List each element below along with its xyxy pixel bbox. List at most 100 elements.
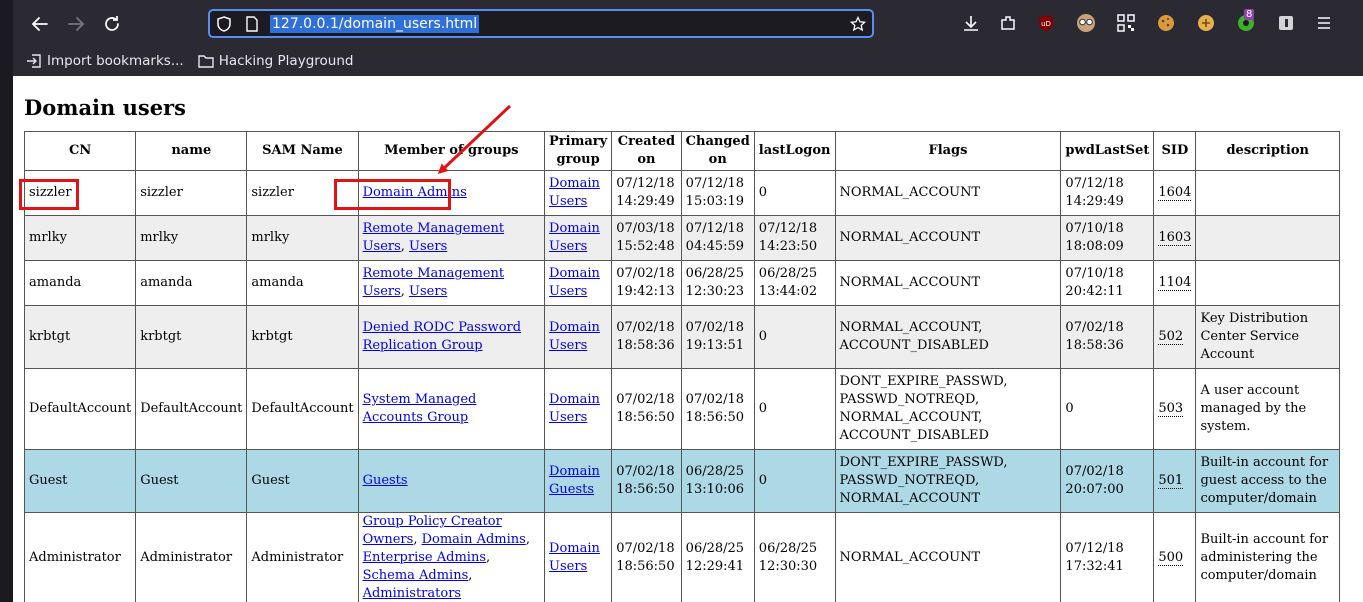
desktop-edge <box>0 0 13 602</box>
sam-name-cell: amanda <box>246 260 359 306</box>
name-cell: Administrator <box>135 512 248 602</box>
flags-cell: DONT_EXPIRE_PASSWD, PASSWD_NOTREQD, NORMAL… <box>834 368 1062 450</box>
primary-group-link[interactable]: Domain Users <box>549 266 600 299</box>
import-bookmarks-label: Import bookmarks... <box>47 53 184 69</box>
group-link[interactable]: Denied RODC Password Replication Group <box>363 320 522 353</box>
created-cell: 07/02/18 18:56:50 <box>611 512 682 602</box>
downloads-icon[interactable] <box>961 13 981 33</box>
column-header: Member of groups <box>357 131 546 171</box>
sam-name-cell: krbtgt <box>246 305 359 369</box>
groups-cell: System Managed Accounts Group <box>357 368 546 450</box>
pwdlastset-cell: 07/12/18 17:32:41 <box>1060 512 1155 602</box>
group-link[interactable]: Schema Admins <box>363 568 469 583</box>
lastlogon-cell: 06/28/25 12:30:30 <box>753 512 836 602</box>
url-text[interactable]: 127.0.0.1/domain_users.html <box>270 15 480 33</box>
sid-value: 502 <box>1158 329 1184 345</box>
sam-name-cell: mrlky <box>246 215 359 261</box>
name-cell: mrlky <box>135 215 248 261</box>
flag-value: ACCOUNT_DISABLED <box>839 428 989 443</box>
cookie-icon[interactable] <box>1156 13 1176 33</box>
primary-group-cell: Domain Users <box>544 305 613 369</box>
primary-group-link[interactable]: Domain Users <box>549 541 600 574</box>
group-link[interactable]: Guests <box>363 473 408 488</box>
group-link[interactable]: System Managed Accounts Group <box>363 392 477 425</box>
reload-button[interactable] <box>98 10 126 38</box>
primary-group-cell: Domain Users <box>544 170 613 216</box>
menu-icon[interactable] <box>1314 13 1334 33</box>
groups-cell: Remote Management Users, Users <box>357 260 546 306</box>
page-icon[interactable] <box>244 16 260 32</box>
sid-value: 500 <box>1158 550 1184 566</box>
group-link[interactable]: Enterprise Admins <box>363 550 486 565</box>
primary-group-cell: Domain Users <box>544 215 613 261</box>
sam-name-cell: DefaultAccount <box>246 368 359 450</box>
primary-group-cell: Domain Guests <box>544 449 613 513</box>
groups-cell: Remote Management Users, Users <box>357 215 546 261</box>
glasses-extension-icon[interactable] <box>1076 13 1096 33</box>
profile-extension-icon[interactable] <box>1276 13 1296 33</box>
column-header: name <box>135 131 248 171</box>
url-bar[interactable]: 127.0.0.1/domain_users.html <box>208 9 874 38</box>
group-link[interactable]: Users <box>409 239 447 254</box>
pwdlastset-cell: 07/12/18 14:29:49 <box>1060 170 1155 216</box>
group-link[interactable]: Users <box>409 284 447 299</box>
table-row: Administrator Administrator Administrator G… <box>23 512 1340 602</box>
flag-value: PASSWD_NOTREQD <box>839 392 975 407</box>
cn-cell: DefaultAccount <box>23 368 137 450</box>
changed-cell: 07/12/18 04:45:59 <box>680 215 755 261</box>
qr-code-icon[interactable] <box>1116 13 1136 33</box>
star-icon[interactable] <box>850 16 866 32</box>
table-row: amanda amanda amanda Remote Management User… <box>23 260 1340 306</box>
import-bookmarks-item[interactable]: Import bookmarks... <box>26 53 184 69</box>
primary-group-link[interactable]: Domain Users <box>549 320 600 353</box>
extensions-icon[interactable] <box>998 13 1018 33</box>
primary-group-link[interactable]: Domain Guests <box>549 464 600 497</box>
arrow-right-icon <box>68 17 85 31</box>
primary-group-link[interactable]: Domain Users <box>549 221 600 254</box>
group-link[interactable]: Domain Admins <box>363 185 467 200</box>
lastlogon-cell: 07/12/18 14:23:50 <box>753 215 836 261</box>
forward-button[interactable] <box>62 10 90 38</box>
back-button[interactable] <box>26 10 54 38</box>
header-row: CN name SAM Name Member of groups Primar… <box>23 131 1340 171</box>
bookmark-folder-label: Hacking Playground <box>218 53 354 69</box>
svg-text:uD: uD <box>1041 20 1051 28</box>
cookie-editor-icon[interactable] <box>1196 13 1216 33</box>
flag-value: DONT_EXPIRE_PASSWD <box>839 455 1004 470</box>
primary-group-link[interactable]: Domain Users <box>549 176 600 209</box>
cn-cell: amanda <box>23 260 137 306</box>
cn-cell: Guest <box>23 449 137 513</box>
description-cell: Key Distribution Center Service Account <box>1195 305 1340 369</box>
table-row: Guest Guest Guest Guests Domain Guests 07/02/… <box>23 449 1340 513</box>
pwdlastset-cell: 07/10/18 20:42:11 <box>1060 260 1155 306</box>
flags-cell: DONT_EXPIRE_PASSWD, PASSWD_NOTREQD, NORMAL… <box>834 449 1062 513</box>
sid-cell: 500 <box>1153 512 1197 602</box>
cn-cell: Administrator <box>23 512 137 602</box>
created-cell: 07/03/18 15:52:48 <box>611 215 682 261</box>
flag-value: NORMAL_ACCOUNT <box>839 550 981 565</box>
flag-value: NORMAL_ACCOUNT <box>839 320 979 335</box>
ublock-icon[interactable]: uD <box>1036 13 1056 33</box>
shield-icon[interactable] <box>216 16 232 32</box>
sid-cell: 503 <box>1153 368 1197 450</box>
sam-name-cell: Guest <box>246 449 359 513</box>
group-link[interactable]: Administrators <box>363 586 462 601</box>
sid-value: 1604 <box>1158 185 1192 201</box>
description-cell <box>1195 170 1340 216</box>
changed-cell: 06/28/25 12:30:23 <box>680 260 755 306</box>
sid-cell: 501 <box>1153 449 1197 513</box>
sam-name-cell: sizzler <box>246 170 359 216</box>
users-table: CN name SAM Name Member of groups Primar… <box>23 131 1340 602</box>
bookmark-folder-hacking-playground[interactable]: Hacking Playground <box>198 53 354 69</box>
name-cell: krbtgt <box>135 305 248 369</box>
sid-value: 501 <box>1158 473 1184 489</box>
primary-group-link[interactable]: Domain Users <box>549 392 600 425</box>
cn-cell: krbtgt <box>23 305 137 369</box>
groups-cell: Group Policy Creator Owners, Domain Admi… <box>357 512 546 602</box>
groups-cell: Guests <box>357 449 546 513</box>
flags-cell: NORMAL_ACCOUNT <box>834 170 1062 216</box>
group-link[interactable]: Domain Admins <box>422 532 526 547</box>
column-header: SAM Name <box>246 131 359 171</box>
extension-badge: 8 <box>1244 9 1255 20</box>
lastlogon-cell: 0 <box>753 305 836 369</box>
